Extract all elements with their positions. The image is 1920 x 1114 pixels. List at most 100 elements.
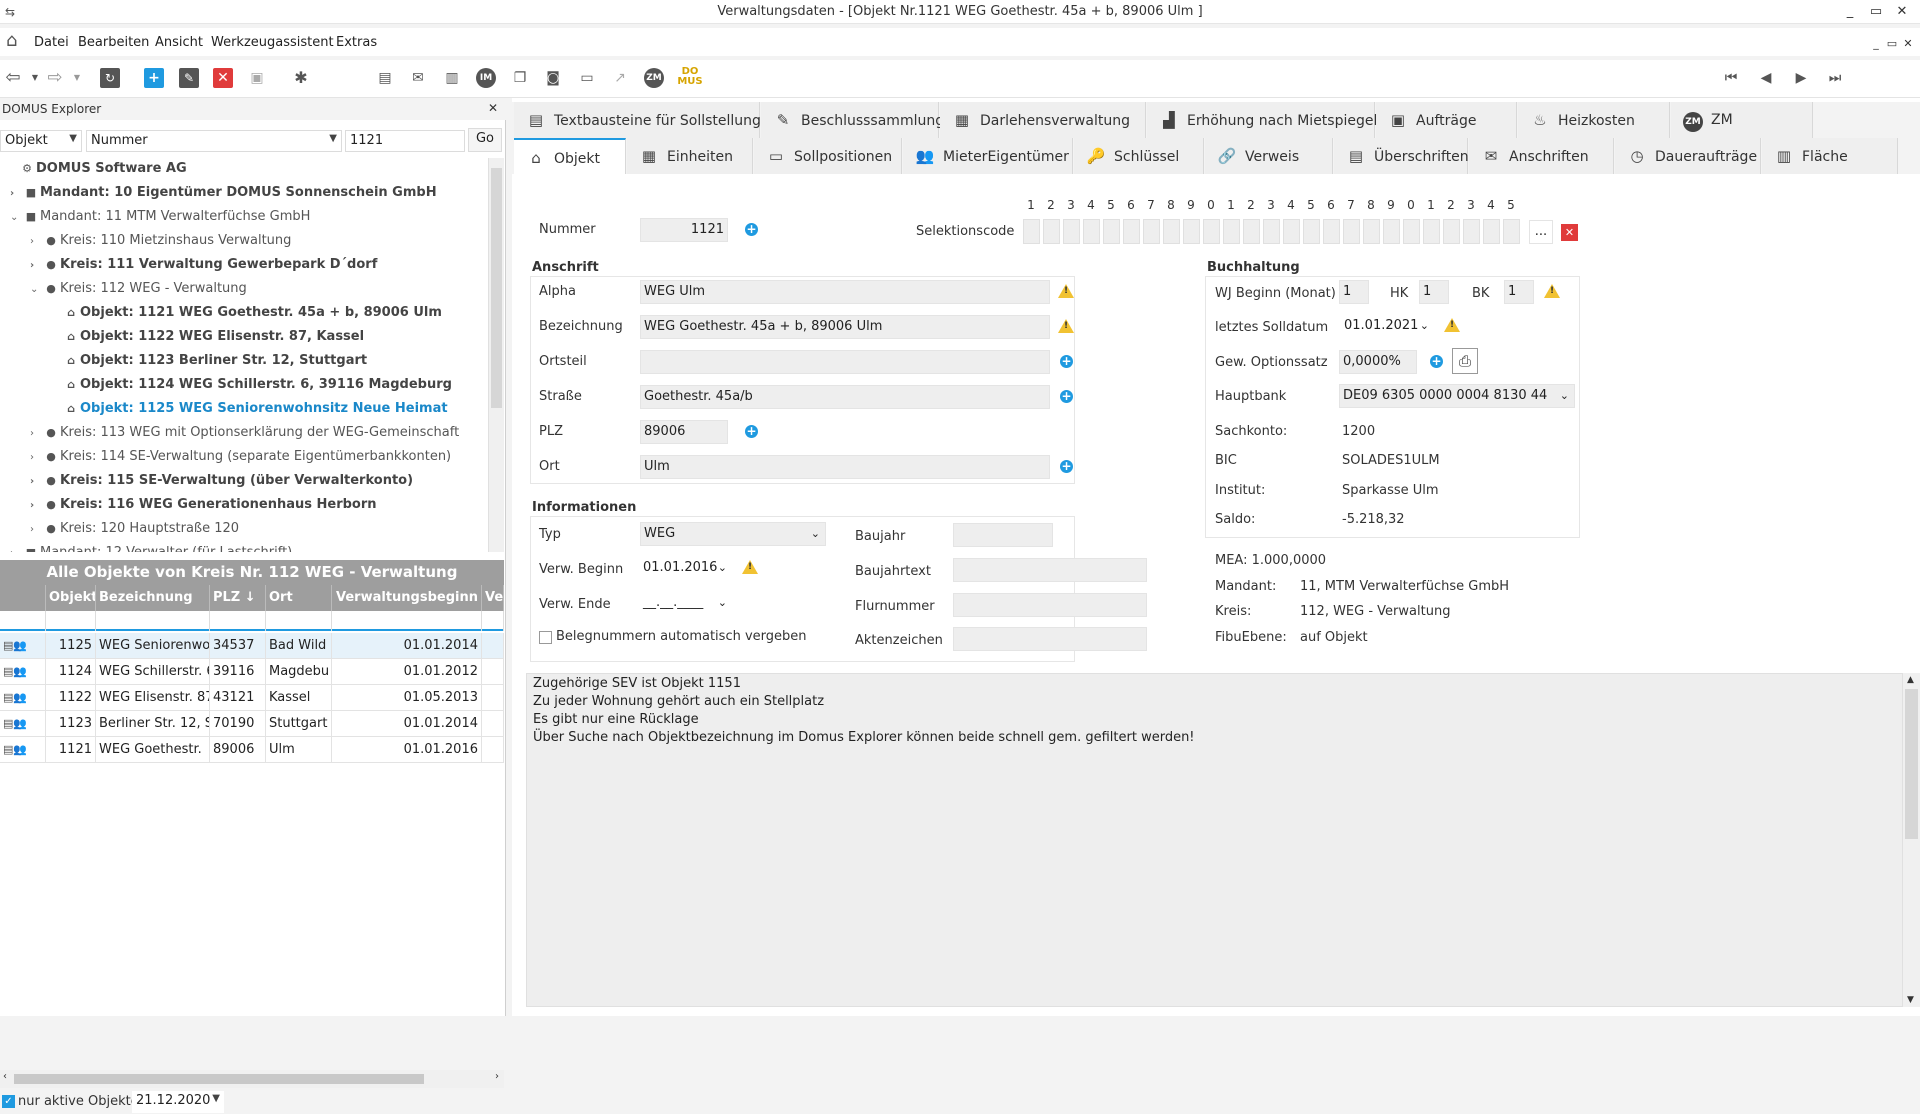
photo-icon[interactable]: ◙ [542, 67, 564, 89]
tree-item[interactable]: ⚙ DOMUS Software AG [6, 158, 187, 180]
selektion-box[interactable] [1183, 219, 1200, 244]
strasse-add-icon[interactable]: + [1060, 390, 1073, 403]
tree-item[interactable]: ⌄ ● Kreis: 112 WEG - Verwaltung [30, 278, 247, 300]
tab-beschlusssammlung[interactable]: ✎ Beschlusssammlung [761, 102, 944, 138]
grid-column-header[interactable] [0, 585, 46, 611]
expand-icon[interactable]: › [30, 471, 42, 493]
menu-ansicht[interactable]: Ansicht [155, 35, 203, 50]
tree-item[interactable]: ⌂ Objekt: 1123 Berliner Str. 12, Stuttgar… [50, 350, 367, 372]
baujahr-field[interactable] [953, 523, 1053, 547]
tree-item[interactable]: › ● Kreis: 110 Mietzinshaus Verwaltung [30, 230, 291, 252]
delete-icon[interactable]: ✕ [213, 68, 233, 88]
selektion-box[interactable] [1143, 219, 1160, 244]
scroll-left-icon[interactable]: ‹ [3, 1071, 7, 1082]
selektion-box[interactable] [1303, 219, 1320, 244]
tab-objekt[interactable]: ⌂ Objekt [514, 138, 626, 174]
back-arrow-icon[interactable]: ⇦ [2, 67, 24, 89]
notes-scrollbar[interactable]: ▲ ▼ [1902, 673, 1920, 1007]
selektion-box[interactable] [1383, 219, 1400, 244]
grid-filter-cell[interactable] [0, 611, 46, 631]
tab-verweis[interactable]: 🔗 Verweis [1205, 138, 1333, 174]
optionssatz-add-icon[interactable]: + [1430, 355, 1443, 368]
strasse-field[interactable]: Goethestr. 45a/b [640, 385, 1050, 409]
ende-select[interactable]: __.__.____ ⌄ [640, 592, 732, 616]
hk-field[interactable]: 1 [1419, 280, 1449, 304]
selektion-box[interactable] [1423, 219, 1440, 244]
expand-icon[interactable]: › [30, 255, 42, 277]
clear-selektion-icon[interactable]: ✕ [1561, 224, 1578, 241]
hauptbank-select[interactable]: DE09 6305 0000 0004 8130 44 ⌄ [1339, 384, 1575, 408]
menu-datei[interactable]: Datei [34, 35, 69, 50]
printer-icon[interactable]: ⎙ [1452, 348, 1478, 374]
grid-column-header[interactable]: Objekt [46, 585, 96, 611]
selektion-box[interactable] [1103, 219, 1120, 244]
active-only-checkbox[interactable]: ✓ [2, 1095, 15, 1108]
baujahrtext-field[interactable] [953, 558, 1147, 582]
tab-darlehensverwaltung[interactable]: ▦ Darlehensverwaltung [940, 102, 1146, 138]
tree-item[interactable]: ⌄ ■ Mandant: 11 MTM Verwalterfüchse GmbH [10, 206, 310, 228]
forward-dropdown-icon[interactable]: ▼ [66, 67, 88, 89]
tab-daueraufträge[interactable]: ◷ Daueraufträge [1615, 138, 1761, 174]
filter-type-select[interactable]: Objekt ▼ [0, 130, 82, 152]
back-dropdown-icon[interactable]: ▼ [24, 67, 46, 89]
ort-add-icon[interactable]: + [1060, 460, 1073, 473]
tree-item[interactable]: ⌂ Objekt: 1121 WEG Goethestr. 45a + b, 89… [50, 302, 442, 324]
solldatum-select[interactable]: 01.01.2021 ⌄ [1341, 315, 1434, 339]
ortsteil-field[interactable] [640, 350, 1050, 374]
selektion-box[interactable] [1223, 219, 1240, 244]
grid-filter-cell[interactable] [46, 611, 96, 631]
expand-icon[interactable]: › [10, 543, 22, 552]
tree-item[interactable]: › ● Kreis: 114 SE-Verwaltung (separate Eig… [30, 446, 451, 468]
alpha-field[interactable]: WEG Ulm [640, 280, 1050, 304]
drive-icon[interactable]: ▭ [576, 67, 598, 89]
selektion-box[interactable] [1063, 219, 1080, 244]
filter-value-input[interactable]: 1121 [345, 130, 465, 152]
tree-item[interactable]: ⌂ Objekt: 1122 WEG Elisenstr. 87, Kassel [50, 326, 364, 348]
tab-einheiten[interactable]: ▦ Einheiten [627, 138, 753, 174]
table-row[interactable]: ▤👥 1121 WEG Goethestr. 89006 Ulm 01.01.2016 [0, 737, 504, 763]
export-icon[interactable]: ↗ [609, 67, 631, 89]
selektion-box[interactable] [1363, 219, 1380, 244]
grid-column-header[interactable]: PLZ ↓ [210, 585, 266, 611]
refresh-icon[interactable]: ↻ [100, 68, 120, 88]
close-window-button[interactable]: ✕ [1890, 2, 1914, 22]
tree-item[interactable]: › ● Kreis: 120 Hauptstraße 120 [30, 518, 239, 540]
grid-column-header[interactable]: Verwaltungsbeginn [332, 585, 482, 611]
typ-select[interactable]: WEG ⌄ [640, 522, 826, 546]
expand-icon[interactable]: › [30, 231, 42, 253]
tree-item[interactable]: ⌂ Objekt: 1125 WEG Seniorenwohnsitz Neue … [50, 398, 448, 420]
minimize-button[interactable]: _ [1838, 2, 1862, 22]
tab-zm[interactable]: ZM ZM [1671, 102, 1813, 138]
flurnummer-field[interactable] [953, 593, 1147, 617]
home-icon[interactable]: ⌂ [6, 31, 17, 51]
selektion-box[interactable] [1023, 219, 1040, 244]
aktenzeichen-field[interactable] [953, 627, 1147, 651]
first-record-icon[interactable]: ⏮ [1720, 67, 1742, 89]
clipboard-icon[interactable]: ▥ [441, 67, 463, 89]
beginn-select[interactable]: 01.01.2016 ⌄ [640, 557, 732, 581]
grid-column-header[interactable]: Ort [266, 585, 332, 611]
ortsteil-add-icon[interactable]: + [1060, 355, 1073, 368]
scroll-right-icon[interactable]: › [495, 1071, 499, 1082]
selektion-box[interactable] [1043, 219, 1060, 244]
selektion-box[interactable] [1283, 219, 1300, 244]
tab-mietereigentümer[interactable]: 👥 MieterEigentümer [903, 138, 1073, 174]
scroll-up-icon[interactable]: ▲ [1907, 675, 1914, 685]
forward-arrow-icon[interactable]: ⇨ [44, 67, 66, 89]
grid-filter-cell[interactable] [96, 611, 210, 631]
selektion-box[interactable] [1483, 219, 1500, 244]
tree-item[interactable]: › ● Kreis: 113 WEG mit Optionserklärung de… [30, 422, 459, 444]
edit-icon[interactable]: ✎ [179, 68, 199, 88]
tab-textbausteine-für-sollstellung[interactable]: ▤ Textbausteine für Sollstellung [514, 102, 761, 138]
maximize-button[interactable]: ▭ [1864, 2, 1888, 22]
tree-item[interactable]: › ● Kreis: 116 WEG Generationenhaus Herbor… [30, 494, 377, 516]
selektion-box[interactable] [1263, 219, 1280, 244]
wj-field[interactable]: 1 [1339, 280, 1369, 304]
tab-sollpositionen[interactable]: ▭ Sollpositionen [754, 138, 902, 174]
selektion-box[interactable] [1323, 219, 1340, 244]
doc-close-button[interactable]: ✕ [1896, 34, 1920, 54]
selektion-box[interactable] [1503, 219, 1520, 244]
nummer-add-icon[interactable]: + [745, 223, 758, 236]
expand-icon[interactable]: › [10, 183, 22, 205]
tree-item[interactable]: › ■ Mandant: 10 Eigentümer DOMUS Sonnensch… [10, 182, 437, 204]
